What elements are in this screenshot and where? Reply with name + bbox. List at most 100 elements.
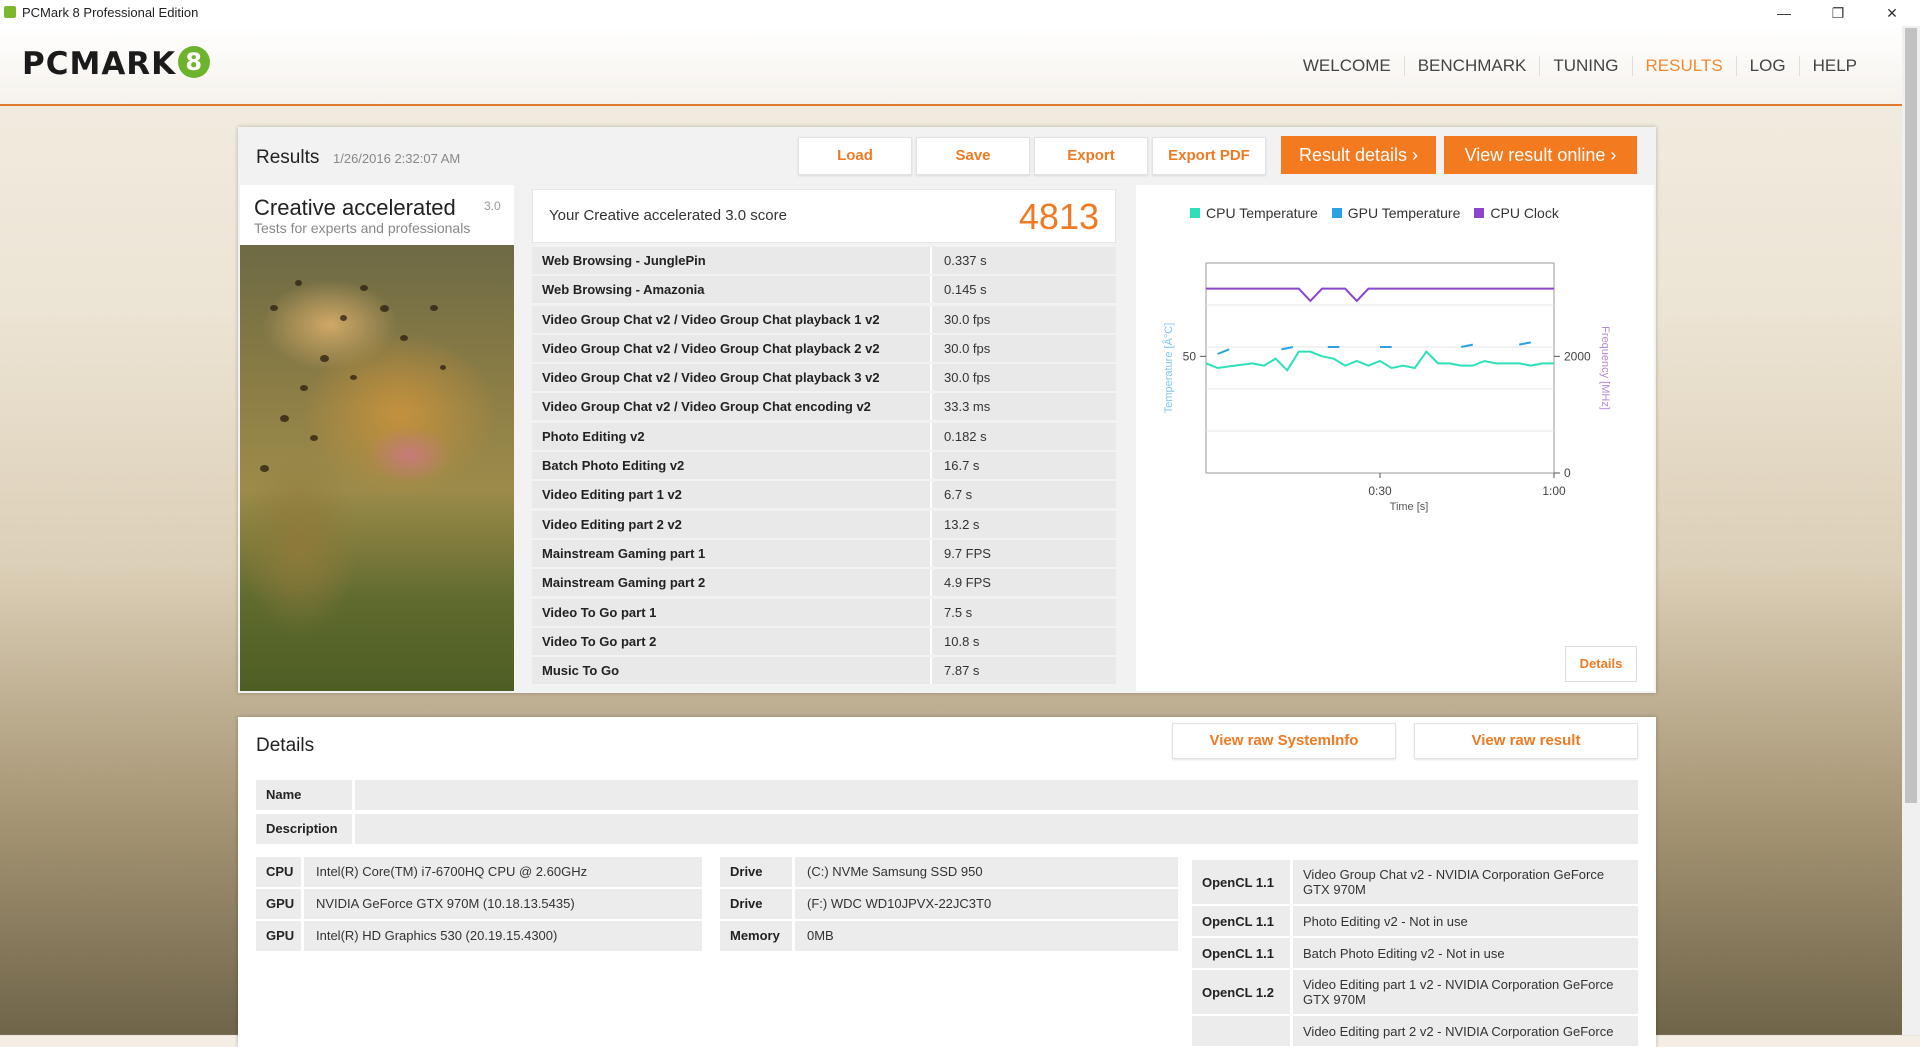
subtest-value: 4.9 FPS (944, 575, 991, 591)
description-label: Description (256, 814, 352, 844)
leopard-image (240, 245, 514, 691)
chart-details-button[interactable]: Details (1565, 646, 1637, 682)
subtest-name: Video Group Chat v2 / Video Group Chat p… (532, 364, 932, 392)
page-scrollbar[interactable] (1902, 26, 1920, 1035)
subtest-value: 30.0 fps (944, 311, 991, 327)
subtest-row: Video Editing part 2 v2 13.2 s (532, 510, 1116, 538)
drive-value: (C:) NVMe Samsung SSD 950 (795, 857, 1178, 887)
description-value (355, 814, 1638, 844)
app-header: PCMARK 8 WELCOME BENCHMARK TUNING RESULTS… (0, 26, 1920, 106)
opencl-row: OpenCL 1.1 Batch Photo Editing v2 - Not i… (1192, 938, 1638, 968)
opencl-label: OpenCL 1.2 (1192, 970, 1290, 1014)
drive-label: Drive (720, 889, 792, 919)
hardware-label: GPU (256, 921, 301, 951)
view-raw-result-button[interactable]: View raw result (1414, 723, 1638, 759)
hardware-row: GPU Intel(R) HD Graphics 530 (20.19.15.43… (256, 921, 702, 951)
close-button[interactable]: ✕ (1872, 2, 1912, 24)
subtest-name: Music To Go (532, 657, 932, 685)
window-titlebar: PCMark 8 Professional Edition — ❐ ✕ (0, 0, 1920, 26)
subtest-name: Photo Editing v2 (532, 422, 932, 450)
subtest-name: Video Group Chat v2 / Video Group Chat p… (532, 305, 932, 333)
subtest-row: Video To Go part 2 10.8 s (532, 627, 1116, 655)
test-subtitle: Tests for experts and professionals (254, 220, 471, 236)
export-pdf-button[interactable]: Export PDF (1152, 137, 1266, 175)
test-name: Creative accelerated (254, 195, 456, 220)
opencl-row: OpenCL 1.1 Photo Editing v2 - Not in use (1192, 906, 1638, 936)
view-result-online-button[interactable]: View result online › (1444, 136, 1637, 174)
drive-value: (F:) WDC WD10JPVX-22JC3T0 (795, 889, 1178, 919)
scrollbar-thumb[interactable] (1905, 28, 1917, 803)
subtest-name: Video Group Chat v2 / Video Group Chat p… (532, 334, 932, 362)
test-info: Creative accelerated 3.0 Tests for exper… (240, 185, 514, 245)
x-tick-label: 1:00 (1542, 484, 1566, 498)
opencl-value: Video Group Chat v2 - NVIDIA Corporation… (1293, 860, 1638, 904)
nav-tuning[interactable]: TUNING (1539, 56, 1631, 76)
monitoring-chart: 0:30 1:00 Time [s] 50 Temperature [Â°C] 2000 0… (1162, 262, 1611, 513)
subtest-row: Video Group Chat v2 / Video Group Chat p… (532, 364, 1116, 392)
subtest-row: Music To Go 7.87 s (532, 657, 1116, 685)
subtest-row: Video Editing part 1 v2 6.7 s (532, 481, 1116, 509)
name-row: Name (256, 780, 1638, 810)
details-panel: Details View raw SystemInfo View raw res… (238, 717, 1656, 1047)
legend-cpu-temp: CPU Temperature (1190, 205, 1318, 221)
legend-cpu-clock: CPU Clock (1474, 205, 1559, 221)
subtest-name: Video Editing part 1 v2 (532, 481, 932, 509)
subtest-row: Web Browsing - Amazonia 0.145 s (532, 276, 1116, 304)
subtest-value: 16.7 s (944, 458, 980, 474)
x-axis-label: Time [s] (1390, 501, 1429, 513)
restore-button[interactable]: ❐ (1818, 2, 1858, 24)
y-left-tick-label: 50 (1183, 349, 1197, 363)
results-date: 1/26/2016 2:32:07 AM (333, 151, 461, 166)
hardware-label: GPU (256, 889, 301, 919)
subtest-row: Video To Go part 1 7.5 s (532, 598, 1116, 626)
opencl-row: Video Editing part 2 v2 - NVIDIA Corpora… (1192, 1016, 1638, 1046)
subtest-name: Video Group Chat v2 / Video Group Chat e… (532, 393, 932, 421)
load-button[interactable]: Load (798, 137, 912, 175)
subtest-value: 33.3 ms (944, 399, 991, 415)
opencl-label: OpenCL 1.1 (1192, 860, 1290, 904)
subtest-value: 30.0 fps (944, 340, 991, 356)
score-label: Your Creative accelerated 3.0 score (549, 207, 787, 224)
app-icon (4, 6, 16, 18)
subtest-value: 7.87 s (944, 663, 980, 679)
y-right-tick-label: 2000 (1564, 349, 1591, 363)
subtest-row: Photo Editing v2 0.182 s (532, 422, 1116, 450)
subtest-row: Video Group Chat v2 / Video Group Chat e… (532, 393, 1116, 421)
name-label: Name (256, 780, 352, 810)
drive-value: 0MB (795, 921, 1178, 951)
subtest-name: Video Editing part 2 v2 (532, 510, 932, 538)
view-raw-systeminfo-button[interactable]: View raw SystemInfo (1172, 723, 1396, 759)
opencl-value: Video Editing part 1 v2 - NVIDIA Corpora… (1293, 970, 1638, 1014)
subtest-row: Batch Photo Editing v2 16.7 s (532, 452, 1116, 480)
drive-label: Memory (720, 921, 792, 951)
x-tick-label: 0:30 (1368, 484, 1392, 498)
result-details-button[interactable]: Result details › (1281, 136, 1436, 174)
description-row: Description (256, 814, 1638, 844)
pcmark-logo: PCMARK 8 (22, 46, 211, 82)
minimize-button[interactable]: — (1764, 2, 1804, 24)
chart-legend: CPU Temperature GPU Temperature CPU Cloc… (1190, 205, 1559, 221)
drive-row: Drive (C:) NVMe Samsung SSD 950 (720, 857, 1178, 887)
subtest-table: Web Browsing - JunglePin 0.337 s Web Brows… (532, 247, 1116, 686)
drive-row: Drive (F:) WDC WD10JPVX-22JC3T0 (720, 889, 1178, 919)
legend-gpu-temp: GPU Temperature (1331, 205, 1460, 221)
nav-log[interactable]: LOG (1735, 56, 1799, 76)
nav-results[interactable]: RESULTS (1631, 56, 1736, 76)
export-button[interactable]: Export (1034, 137, 1148, 175)
nav-help[interactable]: HELP (1798, 56, 1870, 76)
save-button[interactable]: Save (916, 137, 1030, 175)
hardware-value: NVIDIA GeForce GTX 970M (10.18.13.5435) (304, 889, 702, 919)
y-right-axis-label: Frequency [MHz] (1599, 326, 1611, 410)
opencl-value: Photo Editing v2 - Not in use (1293, 906, 1638, 936)
y-left-axis-label: Temperature [Â°C] (1162, 323, 1175, 414)
subtest-row: Mainstream Gaming part 2 4.9 FPS (532, 569, 1116, 597)
chevron-right-icon: › (1610, 145, 1617, 165)
subtest-name: Batch Photo Editing v2 (532, 452, 932, 480)
nav-welcome[interactable]: WELCOME (1290, 56, 1404, 76)
nav-benchmark[interactable]: BENCHMARK (1403, 56, 1540, 76)
opencl-row: OpenCL 1.2 Video Editing part 1 v2 - NVID… (1192, 970, 1638, 1014)
subtest-value: 0.182 s (944, 428, 987, 444)
test-version: 3.0 (484, 199, 501, 213)
opencl-label: OpenCL 1.1 (1192, 938, 1290, 968)
opencl-label (1192, 1016, 1290, 1046)
